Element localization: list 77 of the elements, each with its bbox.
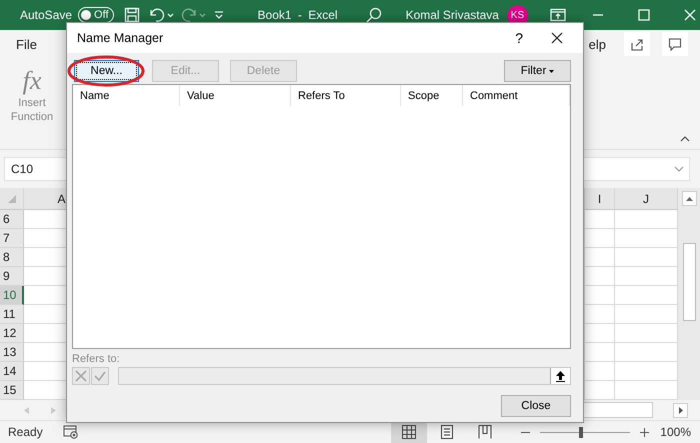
user-name: Komal Srivastava [406,8,499,22]
sheet-cell[interactable] [585,210,615,229]
window-title: Book1 - Excel [258,8,338,22]
up-arrow-icon [686,196,692,200]
redo-icon[interactable] [180,7,206,23]
sheet-cell[interactable] [585,267,615,286]
up-arrow-icon [556,370,565,382]
column-header[interactable]: Refers To [291,85,401,106]
horizontal-scrollbar[interactable] [583,402,653,418]
comments-button[interactable] [662,32,688,56]
dialog-button[interactable]: New... [74,60,139,82]
sheet-cell[interactable] [585,343,615,362]
share-icon [630,37,644,51]
sheet-cell[interactable] [585,286,615,305]
close-button[interactable]: Close [501,395,571,417]
close-icon [551,32,563,44]
zoom-level: 100% [660,425,691,439]
sheet-cell[interactable] [585,305,615,324]
collapse-dialog-button[interactable] [550,368,570,384]
column-header[interactable]: Scope [401,85,463,106]
sheet-cell[interactable] [585,248,615,267]
row-header[interactable]: 7 [0,229,24,248]
ribbon-display-icon[interactable] [550,8,566,22]
cancel-edit-button[interactable] [72,367,90,385]
row-header[interactable]: 15 [0,381,24,400]
ribbon-tab[interactable]: File [16,36,37,52]
cross-icon [75,370,87,382]
scroll-up-button[interactable] [682,191,696,206]
function-icon: fx [22,66,42,96]
dropdown-caret-icon [549,70,554,72]
page-break-icon [478,425,492,439]
row-header[interactable]: 6 [0,210,24,229]
macro-record-icon[interactable] [62,425,79,439]
row-header[interactable]: 13 [0,343,24,362]
names-list[interactable]: Name Value Refers To Scope Comment [72,84,571,349]
expand-caret-icon [674,166,684,172]
confirm-edit-button[interactable] [91,367,109,385]
sheet-cell[interactable] [585,229,615,248]
check-icon [94,370,106,382]
row-header[interactable]: 14 [0,362,24,381]
row-header[interactable]: 9 [0,267,24,286]
row-header[interactable]: 8 [0,248,24,267]
sheet-right-icon[interactable] [51,406,56,414]
zoom-in-icon[interactable] [640,428,650,436]
row-header[interactable]: 12 [0,324,24,343]
column-header[interactable]: Comment [463,85,570,106]
column-header[interactable]: J [615,188,678,210]
page-icon [440,425,454,439]
column-header[interactable]: Value [180,85,291,106]
comment-icon [668,37,682,51]
undo-icon[interactable] [148,7,174,23]
scroll-right-button[interactable] [673,402,688,418]
filter-button[interactable]: Filter [504,60,571,82]
grid-icon [402,425,416,439]
search-icon[interactable] [366,7,382,23]
refers-to-label: Refers to: [72,353,121,365]
dialog-title: Name Manager [77,31,164,45]
sheet-cell[interactable] [585,324,615,343]
row-header[interactable]: 11 [0,305,24,324]
close-icon[interactable] [684,9,696,21]
column-header[interactable]: Name [73,85,180,106]
collapse-ribbon-icon[interactable] [680,136,690,142]
ribbon-tab[interactable]: elp [588,36,606,52]
right-arrow-icon [678,406,682,414]
select-all-icon[interactable] [8,194,16,202]
sheet-cell[interactable] [585,362,615,381]
sheet-left-icon[interactable] [24,406,29,414]
maximize-icon[interactable] [638,9,650,21]
row-header[interactable]: 10 [0,286,24,305]
autosave-label: AutoSave [20,8,72,22]
column-header[interactable]: I [585,188,615,210]
refers-to-field[interactable] [118,367,571,385]
status-text: Ready [8,425,43,439]
save-icon[interactable] [124,7,140,23]
scrollbar-thumb[interactable] [682,243,696,321]
share-button[interactable] [624,32,650,56]
help-button[interactable]: ? [501,30,537,46]
